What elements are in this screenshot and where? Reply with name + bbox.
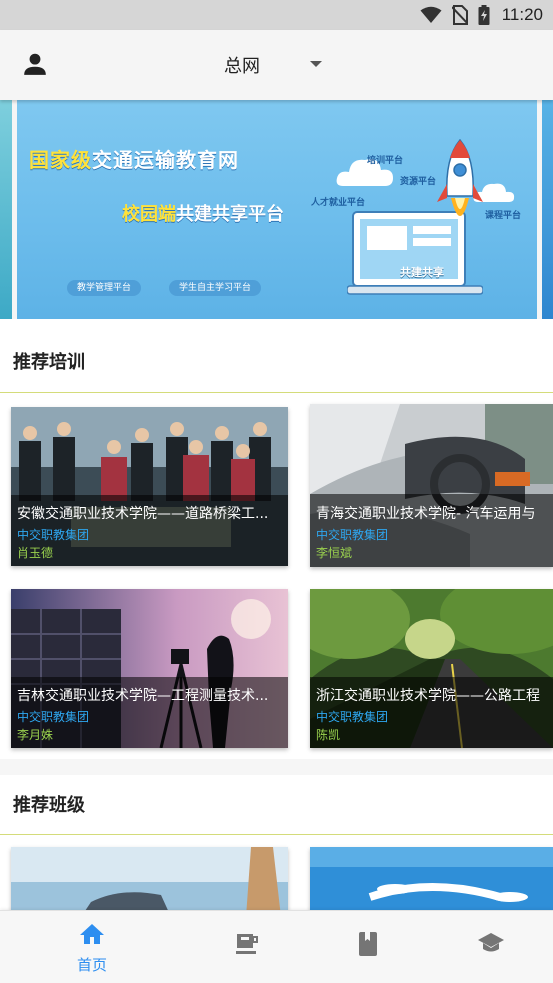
no-sim-icon xyxy=(451,5,468,25)
card-title: 吉林交通职业技术学院—工程测量技术... xyxy=(17,688,269,704)
banner-carousel[interactable]: 国家级交通运输教育网 校园端共建共享平台 培训平台 资源平台 人才就业平台 课程… xyxy=(0,100,553,319)
banner-tag: 资源平台 xyxy=(400,177,437,187)
graduation-cap-icon xyxy=(478,933,504,952)
card-thumbnail xyxy=(11,847,288,917)
banner-tag: 课程平台 xyxy=(485,211,522,221)
section-divider xyxy=(0,392,553,393)
rocket-icon xyxy=(437,138,483,216)
card-title: 青海交通职业技术学院- 汽车运用与 xyxy=(316,506,536,522)
coffee-cup-icon xyxy=(236,934,258,954)
card-teacher: 陈凯 xyxy=(316,728,341,742)
banner-slide[interactable]: 国家级交通运输教育网 校园端共建共享平台 培训平台 资源平台 人才就业平台 课程… xyxy=(17,100,537,319)
card-organization: 中交职教集团 xyxy=(17,710,90,724)
card-organization: 中交职教集团 xyxy=(316,528,389,542)
nav-item-home[interactable]: 首页 xyxy=(23,911,161,983)
app-header: 总网 xyxy=(0,30,553,100)
home-icon xyxy=(80,924,104,944)
card-organization: 中交职教集团 xyxy=(17,528,90,542)
banner-subtitle: 校园端共建共享平台 xyxy=(122,204,284,225)
banner-pill: 教学管理平台 xyxy=(67,280,142,296)
card-organization: 中交职教集团 xyxy=(316,710,389,724)
battery-charging-icon xyxy=(478,5,490,25)
nav-label-home: 首页 xyxy=(76,956,107,974)
app-screen: 11:20 总网 国家级交通运输教育网 校园端共建共享平台 培训平台 资源平台 … xyxy=(0,0,553,983)
class-card[interactable] xyxy=(310,847,553,917)
banner-prev-slide[interactable] xyxy=(0,100,12,319)
status-bar: 11:20 xyxy=(0,0,553,30)
class-card[interactable] xyxy=(11,847,288,917)
card-teacher: 肖玉德 xyxy=(17,546,54,560)
banner-screen-text: 共建共享 xyxy=(400,266,444,279)
wifi-icon xyxy=(420,6,442,23)
book-icon xyxy=(359,932,377,956)
card-thumbnail xyxy=(310,847,553,917)
banner-next-slide[interactable] xyxy=(542,100,553,319)
banner-tag: 人才就业平台 xyxy=(311,198,366,208)
nav-item-training[interactable] xyxy=(177,911,315,983)
section-title-class: 推荐班级 xyxy=(13,795,85,816)
card-teacher: 李恒斌 xyxy=(316,546,353,560)
training-card[interactable]: 安徽交通职业技术学院——道路桥梁工... 中交职教集团 肖玉德 xyxy=(11,407,288,566)
training-card[interactable]: 浙江交通职业技术学院——公路工程 中交职教集团 陈凯 xyxy=(310,589,553,748)
training-card[interactable]: 青海交通职业技术学院- 汽车运用与 中交职教集团 李恒斌 xyxy=(310,404,553,567)
chevron-down-icon[interactable] xyxy=(310,61,322,67)
site-selector-label[interactable]: 总网 xyxy=(0,52,484,78)
card-title: 安徽交通职业技术学院——道路桥梁工... xyxy=(17,506,269,522)
nav-item-courses[interactable] xyxy=(300,911,438,983)
card-teacher: 李月姝 xyxy=(17,728,54,742)
card-title: 浙江交通职业技术学院——公路工程 xyxy=(316,688,540,704)
section-divider xyxy=(0,834,553,835)
banner-tag: 培训平台 xyxy=(367,156,404,166)
status-time: 11:20 xyxy=(501,5,543,24)
training-card[interactable]: 吉林交通职业技术学院—工程测量技术... 中交职教集团 李月姝 xyxy=(11,589,288,748)
section-title-training: 推荐培训 xyxy=(13,352,85,373)
bottom-navigation: 首页 xyxy=(0,910,553,983)
banner-pill: 学生自主学习平台 xyxy=(169,280,262,296)
nav-item-classes[interactable] xyxy=(424,911,553,983)
banner-title: 国家级交通运输教育网 xyxy=(29,148,239,172)
